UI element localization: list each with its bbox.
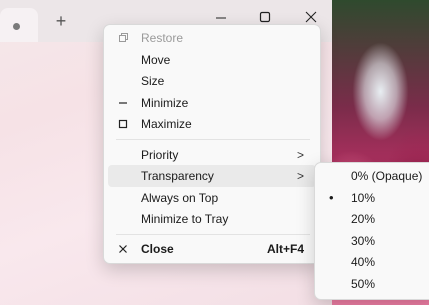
submenu-item-label: 20% [351,212,376,226]
selected-bullet-icon: • [329,190,334,205]
menu-item-label: Size [141,74,165,88]
menu-item-label: Minimize to Tray [141,212,229,226]
submenu-item-label: 10% [351,191,376,205]
submenu-item-label: 0% (Opaque) [351,169,423,183]
menu-item-minimize[interactable]: Minimize [108,92,316,114]
menu-item-always-on-top[interactable]: Always on Top [108,187,316,209]
browser-tab[interactable] [0,8,38,42]
menu-item-label: Restore [141,31,184,45]
menu-item-label: Minimize [141,96,189,110]
submenu-item-10[interactable]: • 10% [319,187,429,209]
menu-separator [116,234,310,235]
menu-item-label: Maximize [141,117,192,131]
minimize-icon [116,92,130,114]
submenu-item-50[interactable]: 50% [319,273,429,295]
chevron-right-icon: > [296,148,304,162]
menu-item-close[interactable]: Close Alt+F4 [108,238,316,260]
close-icon [116,238,130,260]
menu-item-minimize-to-tray[interactable]: Minimize to Tray [108,208,316,230]
menu-item-label: Transparency [141,169,214,183]
chevron-right-icon: > [296,169,304,183]
menu-item-restore[interactable]: Restore [108,27,316,49]
submenu-item-20[interactable]: 20% [319,208,429,230]
shortcut-label: Alt+F4 [266,242,304,256]
submenu-item-label: 40% [351,255,376,269]
transparency-submenu: 0% (Opaque) • 10% 20% 30% 40% 50% [314,162,429,300]
menu-separator [116,139,310,140]
tab-favicon-icon [13,23,20,30]
menu-item-label: Priority [141,148,179,162]
submenu-item-30[interactable]: 30% [319,230,429,252]
menu-item-label: Close [141,242,174,256]
menu-item-label: Always on Top [141,191,219,205]
submenu-item-label: 50% [351,277,376,291]
restore-icon [116,27,130,49]
window-system-menu: Restore Move Size Minimize Maximize Prio… [103,24,321,264]
menu-item-maximize[interactable]: Maximize [108,113,316,135]
submenu-item-40[interactable]: 40% [319,251,429,273]
menu-item-label: Move [141,53,171,67]
maximize-icon [116,113,130,135]
new-tab-button[interactable]: + [50,10,72,32]
menu-item-move[interactable]: Move [108,49,316,71]
menu-item-size[interactable]: Size [108,70,316,92]
menu-item-priority[interactable]: Priority > [108,144,316,166]
menu-item-transparency[interactable]: Transparency > [108,165,316,187]
submenu-item-0-opaque[interactable]: 0% (Opaque) [319,165,429,187]
submenu-item-label: 30% [351,234,376,248]
